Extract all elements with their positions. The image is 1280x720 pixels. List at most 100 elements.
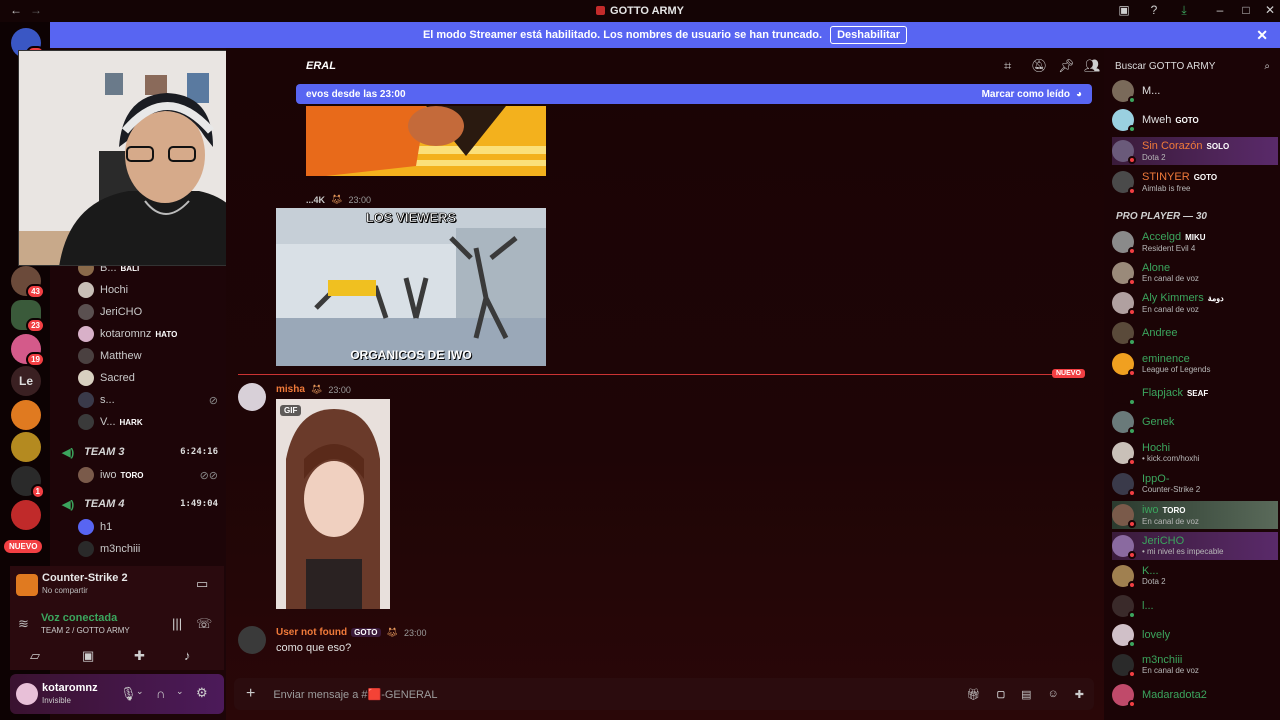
image-attachment[interactable] [306,106,546,176]
server-icon[interactable] [11,432,41,462]
member-item[interactable]: Aly Kimmers دومة En canal de voz [1112,289,1278,317]
member-item[interactable]: Sin Corazón SOLO Dota 2 [1112,137,1278,165]
sticker-icon[interactable]: ▤ [1021,688,1031,701]
member-item[interactable]: STINYER GOTO Aimlab is free [1112,168,1278,196]
server-icon[interactable]: 43 [11,266,45,299]
help-icon[interactable]: ? [1146,3,1162,17]
disable-streamer-button[interactable]: Deshabilitar [830,26,908,44]
member-item[interactable]: K... Dota 2 [1112,562,1278,590]
close-banner-icon[interactable]: ✕ [1256,27,1268,44]
voice-member[interactable]: Matthew [78,346,142,366]
member-list-icon[interactable]: 👥︎ [1084,58,1101,74]
close-window-icon[interactable]: ✕ [1262,3,1278,17]
download-icon[interactable]: ⤓ [1176,3,1192,18]
activities-icon[interactable]: ✚ [134,648,145,664]
text-server-icon[interactable]: Le [11,366,41,396]
counter-strike-server-icon[interactable] [11,400,41,430]
server-icon[interactable] [11,500,41,530]
gif-attachment[interactable]: GIF [276,399,390,609]
member-item[interactable]: Genek [1112,408,1278,436]
inbox-icon[interactable]: ▣ [1116,3,1132,17]
member-item[interactable]: l... [1112,592,1278,620]
channel-header: ERAL ⌗ 🔕︎ 📌︎ 👥︎ [226,52,1104,80]
member-item[interactable]: Accelgd MIKU Resident Evil 4 [1112,228,1278,256]
screen-share-icon[interactable]: ▣ [82,648,94,664]
avatar [78,541,94,557]
voice-channel-team-4[interactable]: ◀) TEAM 4 1:49:04 [62,494,218,514]
avatar [1112,292,1136,316]
avatar [78,282,94,298]
voice-member[interactable]: iwo TORO ⊘⊘ [78,465,218,485]
member-tag: TORO [1162,505,1186,515]
member-item[interactable]: Hochi • kick.com/hoxhi [1112,439,1278,467]
emoji-icon[interactable]: ☺ [1048,688,1059,700]
add-attachment-icon[interactable]: + [246,685,255,703]
voice-channel-path[interactable]: TEAM 2 / GOTTO ARMY [41,626,130,635]
camera-off-icon[interactable]: ▱ [30,648,40,664]
headphones-icon[interactable]: ∩ [156,686,165,701]
voice-member[interactable]: m3nchiii [78,539,140,559]
banner-text: El modo Streamer está habilitado. Los no… [422,29,823,41]
message-author[interactable]: misha [276,384,305,395]
settings-gear-icon[interactable]: ⚙ [196,685,208,701]
member-item[interactable]: Alone En canal de voz [1112,259,1278,287]
server-icon[interactable]: 19 [11,334,45,367]
member-search[interactable]: Buscar GOTTO ARMY ⌕ [1108,56,1276,76]
member-search-input[interactable]: Buscar GOTTO ARMY [1115,61,1215,72]
member-item[interactable]: Madaradota2 [1112,681,1278,709]
microphone-icon[interactable]: 🎙︎ [120,686,137,702]
member-item[interactable]: Mweh GOTO [1112,106,1278,134]
voice-member[interactable]: Sacred [78,368,135,388]
message-input[interactable]: Enviar mensaje a #🟥-GENERAL [273,688,437,701]
new-divider-label: NUEVO [1052,369,1085,378]
member-item[interactable]: lovely [1112,621,1278,649]
soundboard-icon[interactable]: ♪ [184,648,191,663]
avatar[interactable] [16,683,38,705]
voice-member[interactable]: kotaromnz HATO [78,324,177,344]
member-item[interactable]: JeriCHO • mi nivel es impecable [1112,532,1278,560]
server-icon[interactable]: 1 [11,466,45,499]
member-item[interactable]: iwo TORO En canal de voz [1112,501,1278,529]
voice-channel-team-3[interactable]: ◀) TEAM 3 6:24:16 [62,442,218,462]
gif-picker-icon[interactable]: ▢ [997,689,1006,700]
avatar[interactable] [238,626,266,654]
gift-icon[interactable]: 🎁︎ [967,688,981,701]
member-item[interactable]: Flapjack SEAF [1112,379,1278,407]
minimize-icon[interactable]: – [1212,3,1228,17]
member-item[interactable]: m3nchiii En canal de voz [1112,651,1278,679]
screen-share-icon[interactable]: ▭ [196,576,208,592]
apps-icon[interactable]: ✚ [1075,688,1084,701]
voice-member[interactable]: JeriCHO [78,302,142,322]
member-item[interactable]: M... [1112,77,1278,105]
status-indicator [1128,611,1136,619]
voice-member[interactable]: s... ⊘ [78,390,218,410]
member-item[interactable]: Andree [1112,319,1278,347]
mark-read-button[interactable]: Marcar como leído [982,89,1070,100]
member-item[interactable]: eminence League of Legends [1112,350,1278,378]
avatar [1112,109,1136,133]
member-item[interactable]: IppO- Counter-Strike 2 [1112,470,1278,498]
meme-image-attachment[interactable]: LOS VIEWERS ORGANICOS DE IWO [276,208,546,366]
member-name: Genek [1142,416,1175,428]
chevron-down-icon[interactable]: ⌄ [176,686,184,697]
disconnect-icon[interactable]: ☏ [196,616,212,632]
member-activity: En canal de voz [1142,666,1199,675]
notifications-muted-icon[interactable]: 🔕︎ [1031,58,1048,74]
server-icon[interactable]: 23 [11,300,45,333]
pin-icon[interactable]: 📌︎ [1058,58,1075,74]
member-activity: Resident Evil 4 [1142,243,1196,253]
member-name: iwo [100,469,117,481]
maximize-icon[interactable]: □ [1238,3,1254,17]
new-messages-bar[interactable]: evos desde las 23:00 Marcar como leído ◕ [296,84,1092,104]
chevron-down-icon[interactable]: ⌄ [136,686,144,697]
message-author[interactable]: ...4K [306,195,325,205]
voice-member[interactable]: V... HARK [78,412,143,432]
voice-member[interactable]: Hochi [78,280,128,300]
voice-member[interactable]: h1 [78,517,112,537]
message-author[interactable]: User not found [276,627,347,638]
noise-suppression-icon[interactable]: ||| [172,616,182,631]
avatar[interactable] [238,383,266,411]
status-indicator [1128,520,1136,528]
avatar [78,304,94,320]
threads-icon[interactable]: ⌗ [1004,58,1011,74]
